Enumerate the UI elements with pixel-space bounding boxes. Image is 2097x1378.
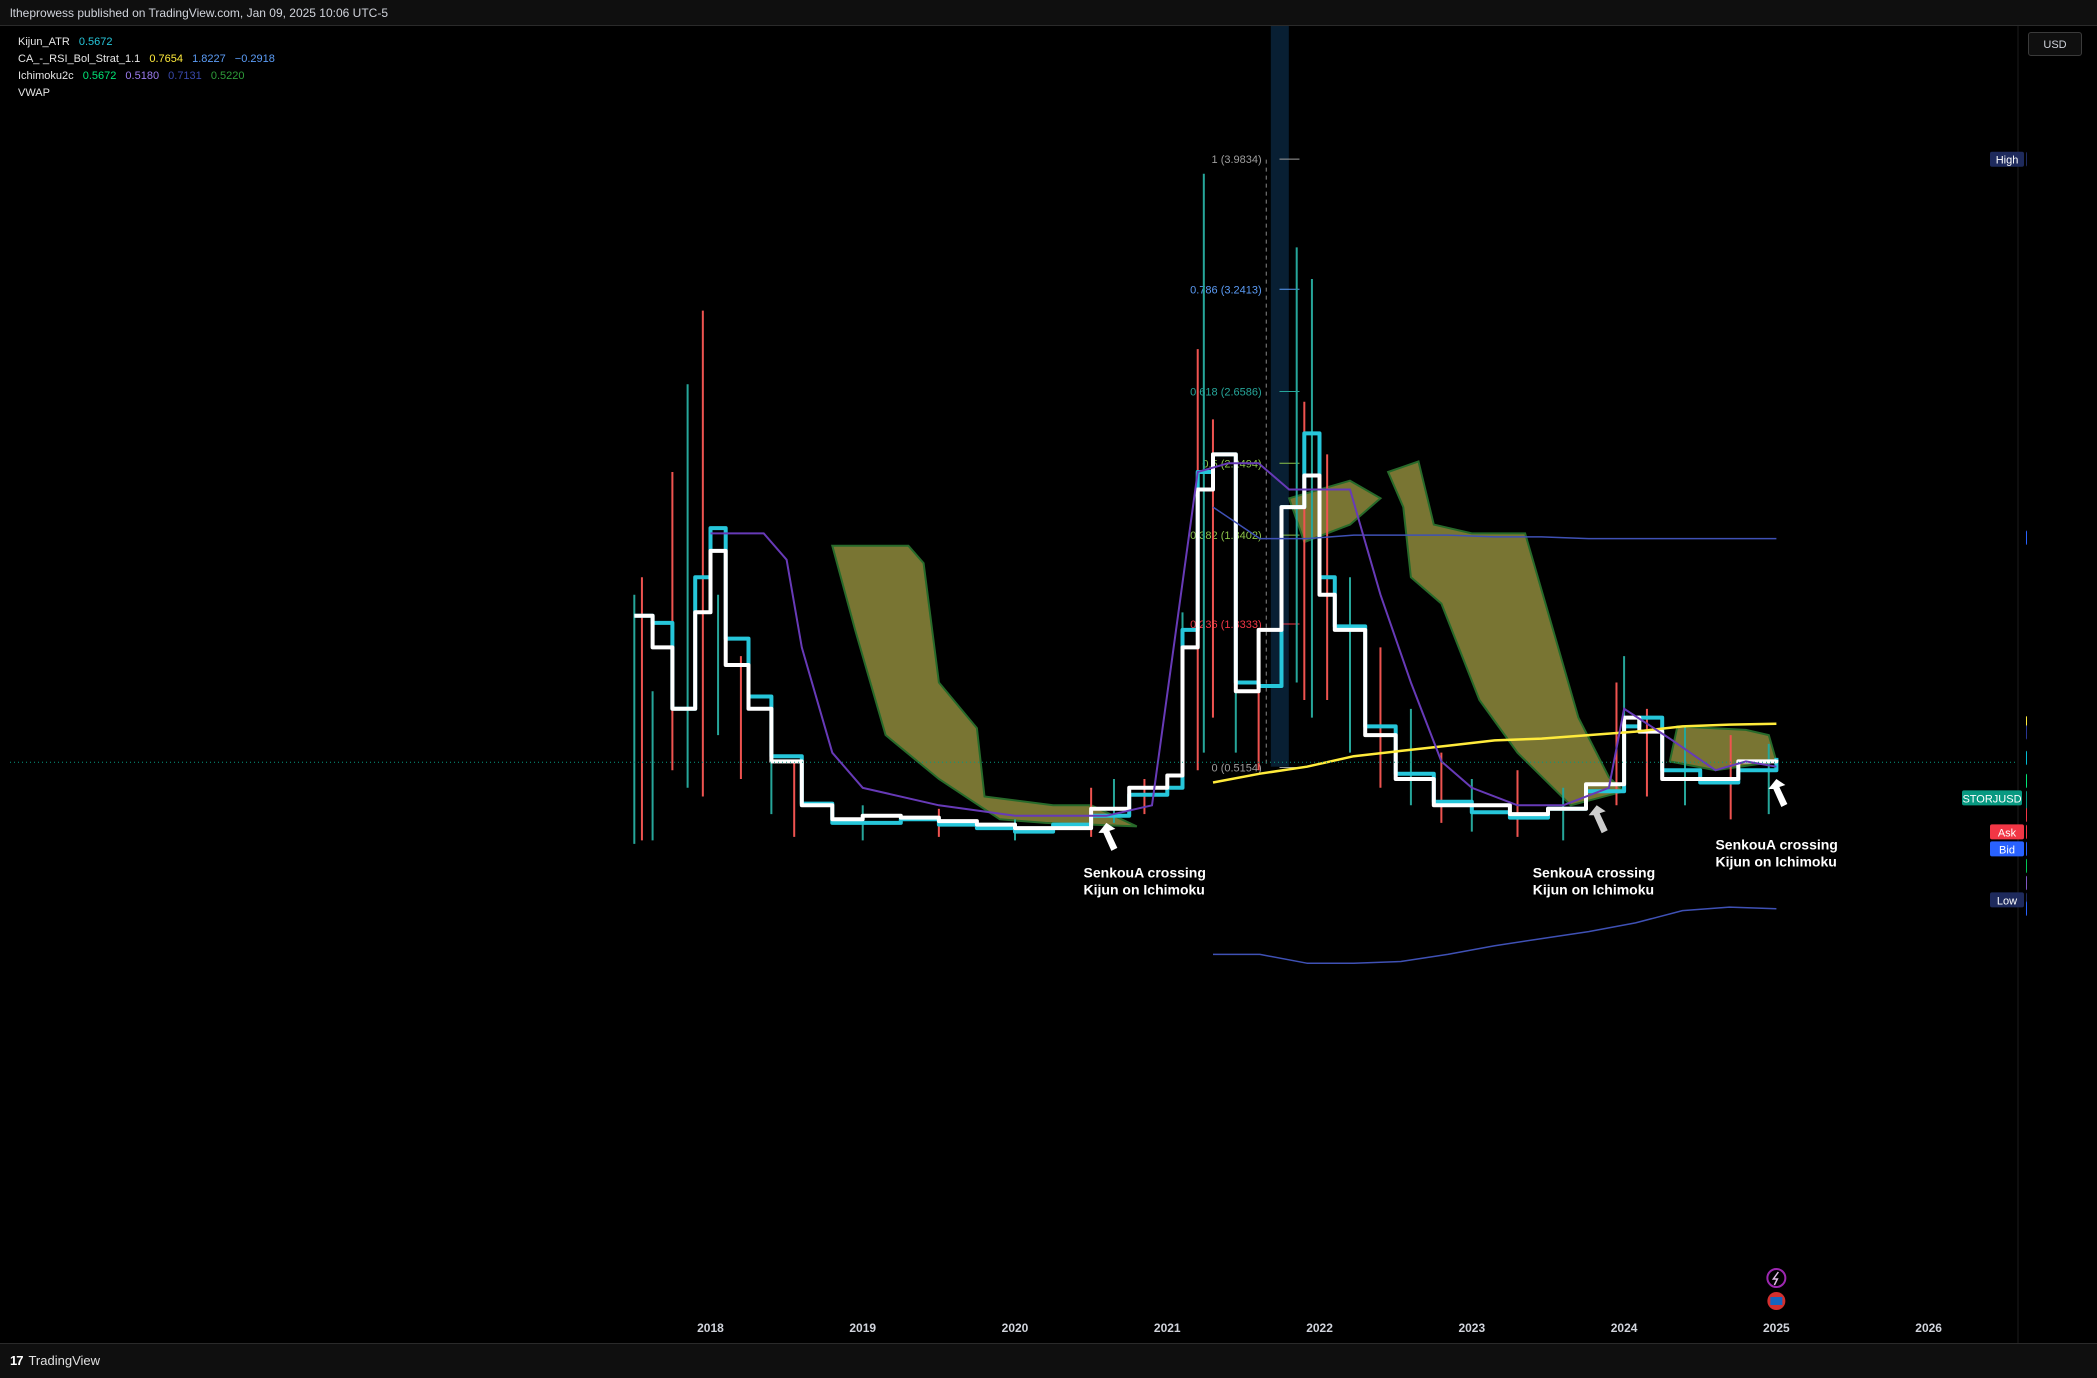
series-line (1213, 906, 1777, 964)
lightning-event-icon[interactable] (1766, 1268, 1787, 1288)
tradingview-brand[interactable]: 17 TradingView (10, 1353, 100, 1368)
price-label (2026, 530, 2027, 545)
legend-value: 0.7131 (168, 70, 202, 82)
price-label (2026, 750, 2027, 766)
legend-row-ichimoku2c[interactable]: Ichimoku2c 0.5672 0.5180 0.7131 0.5220 (18, 68, 281, 85)
time-axis-label: 2019 (849, 1321, 876, 1335)
legend-name: VWAP (18, 87, 50, 99)
time-axis-label: 2026 (1915, 1321, 1942, 1335)
legend-row-vwap[interactable]: VWAP (18, 85, 281, 102)
time-axis-label: 2022 (1306, 1321, 1333, 1335)
legend-row-kijun-atr[interactable]: Kijun_ATR 0.5672 (18, 34, 281, 51)
time-axis-label: 2020 (1002, 1321, 1029, 1335)
price-label-prefix: High (1996, 155, 2019, 167)
annotation-text: Kijun on Ichimoku (1084, 881, 1205, 897)
legend-row-rsi-bol-strat[interactable]: CA_-_RSI_Bol_Strat_1.1 0.7654 1.8227 −0.… (18, 51, 281, 68)
price-label (2026, 725, 2027, 740)
annotation-arrow-icon (1768, 778, 1788, 807)
price-label (2026, 875, 2027, 891)
price-label-prefix: Bid (1999, 844, 2015, 856)
legend-value: 0.5220 (210, 70, 245, 82)
price-label (2026, 807, 2027, 823)
indicator-legend: Kijun_ATR 0.5672 CA_-_RSI_Bol_Strat_1.1 … (18, 34, 281, 102)
price-label-prefix: Ask (1998, 827, 2017, 839)
fib-level-label: 1 (3.9834) (1212, 154, 1262, 166)
annotation-arrow-icon (1098, 822, 1118, 851)
ichimoku-cloud (1386, 460, 1627, 807)
annotation-text: SenkouA crossing (1715, 836, 1837, 852)
us-flag-glyph-icon (1770, 1297, 1783, 1305)
currency-button[interactable]: USD (2028, 32, 2082, 56)
fib-level-label: 0.236 (1.3333) (1190, 619, 1262, 631)
fib-level-label: 0.618 (2.6586) (1190, 387, 1262, 399)
legend-name: Kijun_ATR (18, 36, 70, 48)
time-axis-label: 2023 (1458, 1321, 1485, 1335)
annotation-text: Kijun on Ichimoku (1715, 853, 1836, 869)
price-label (2026, 858, 2027, 874)
time-axis-label: 2018 (697, 1321, 724, 1335)
tradingview-logo-icon: 17 (10, 1353, 24, 1368)
time-axis-label: 2025 (1763, 1321, 1790, 1335)
time-axis-label: 2021 (1154, 1321, 1181, 1335)
brand-name: TradingView (28, 1353, 101, 1368)
legend-value: −0.2918 (234, 53, 275, 65)
annotation-text: SenkouA crossing (1533, 864, 1655, 880)
price-label (2026, 901, 2027, 916)
legend-value: 0.7654 (149, 53, 184, 65)
annotation-arrow-icon (1588, 805, 1608, 834)
time-axis-label: 2024 (1611, 1321, 1638, 1335)
lightning-glyph-icon (1771, 1271, 1779, 1286)
published-text: ltheprowess published on TradingView.com… (10, 6, 389, 20)
chart-area[interactable]: 1 (3.9834) 0.786 (3.2413) 0.618 (2.6586) 0.… (10, 26, 2027, 1343)
price-label (2026, 841, 2027, 857)
fib-level-label: 0.786 (3.2413) (1190, 284, 1262, 296)
annotation-text: Kijun on Ichimoku (1533, 881, 1654, 897)
top-bar: ltheprowess published on TradingView.com… (0, 0, 2097, 26)
price-label (2026, 773, 2027, 789)
legend-value: 0.5180 (125, 70, 160, 82)
legend-value: 0.5672 (78, 36, 113, 48)
legend-name: Ichimoku2c (18, 70, 74, 82)
bottom-bar: 17 TradingView (0, 1343, 2097, 1378)
symbol-tag-label: STORJUSD (1962, 793, 2021, 805)
annotation-text: SenkouA crossing (1084, 864, 1206, 880)
legend-name: CA_-_RSI_Bol_Strat_1.1 (18, 53, 141, 65)
legend-value: 0.5672 (82, 70, 117, 82)
ichimoku-cloud (830, 544, 1138, 828)
price-chart[interactable]: 1 (3.9834) 0.786 (3.2413) 0.618 (2.6586) 0.… (10, 26, 2027, 1343)
price-label (2026, 824, 2027, 840)
price-label (2026, 151, 2027, 167)
fib-level-label: 0 (0.5154) (1212, 763, 1262, 775)
price-label-prefix: Low (1997, 895, 2017, 907)
legend-value: 1.8227 (192, 53, 226, 65)
